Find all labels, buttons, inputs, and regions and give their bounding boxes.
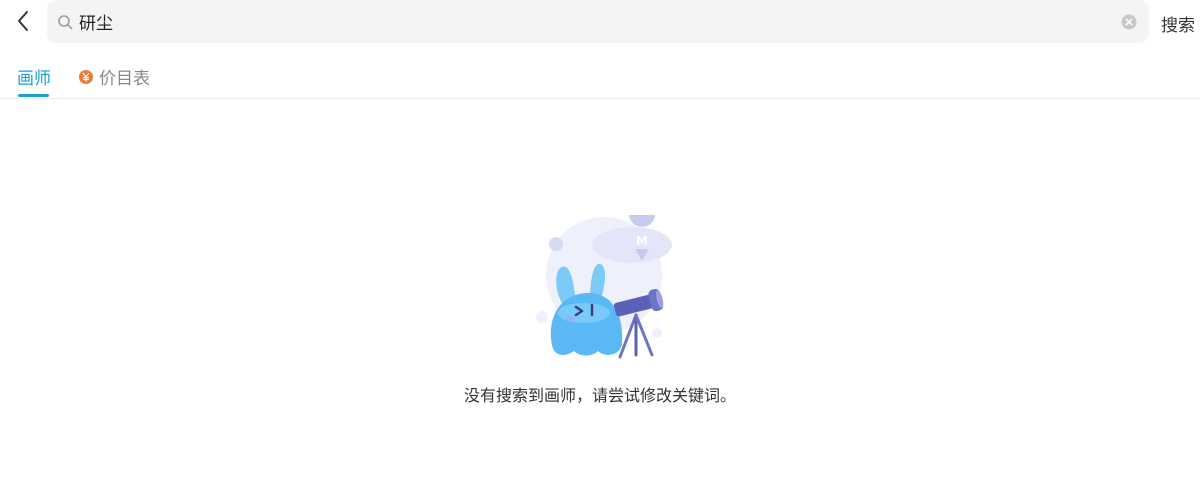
bunny-telescope-illustration: M [536, 215, 672, 359]
badge-letter: M [636, 234, 648, 248]
active-tab-indicator [18, 94, 49, 97]
search-box[interactable] [47, 0, 1149, 43]
tab-price-list[interactable]: 价目表 [79, 64, 150, 89]
tab-artists[interactable]: 画师 [17, 64, 51, 97]
clear-icon[interactable] [1121, 14, 1137, 30]
top-bar: 搜索 [0, 0, 1200, 48]
search-icon [58, 15, 73, 30]
search-input[interactable] [79, 0, 1109, 43]
empty-state-message: 没有搜索到画师，请尝试修改关键词。 [463, 386, 736, 405]
back-button[interactable] [10, 8, 36, 34]
search-button[interactable]: 搜索 [1161, 11, 1195, 36]
tab-bar: 画师 价目表 [0, 56, 1200, 99]
yen-coin-icon [79, 69, 93, 84]
chevron-left-icon [18, 11, 28, 31]
tab-artists-label: 画师 [17, 69, 51, 89]
tab-price-list-label: 价目表 [99, 69, 150, 89]
